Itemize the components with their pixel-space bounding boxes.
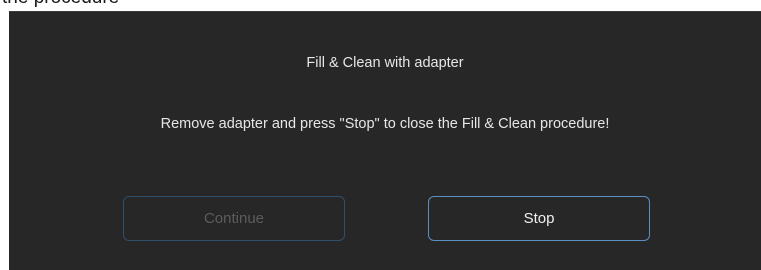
continue-button[interactable]: Continue (123, 196, 345, 241)
fill-clean-dialog: Fill & Clean with adapter Remove adapter… (9, 11, 761, 270)
dialog-title: Fill & Clean with adapter (306, 55, 464, 71)
stop-button[interactable]: Stop (428, 196, 650, 241)
cropped-heading-text: the procedure (2, 0, 119, 8)
page: the procedure Fill & Clean with adapter … (0, 0, 761, 270)
continue-button-label: Continue (203, 210, 265, 227)
stop-button-label: Stop (523, 210, 555, 227)
dialog-message: Remove adapter and press "Stop" to close… (160, 116, 610, 132)
